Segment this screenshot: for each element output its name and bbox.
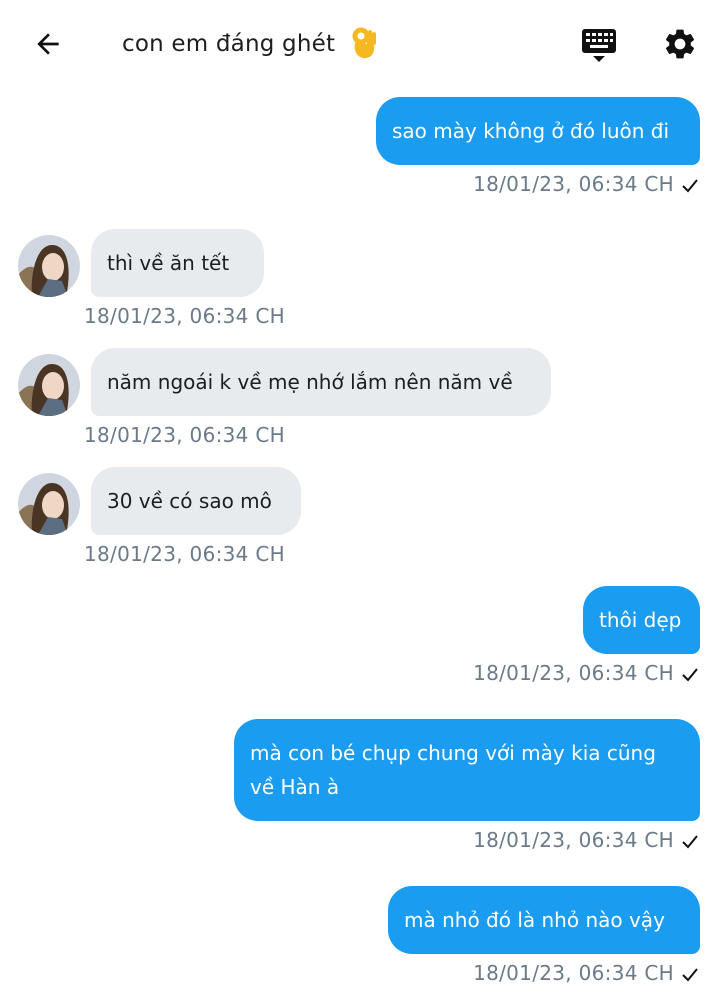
- sent-check-icon: [682, 178, 698, 192]
- sent-check-icon: [682, 967, 698, 981]
- message-text: thôi dẹp: [599, 608, 682, 632]
- message-text-line: về Hàn à: [250, 775, 340, 799]
- message-timestamp: 18/01/23, 06:34 CH: [84, 423, 285, 447]
- ok-hand-emoji-icon: [347, 27, 381, 61]
- avatar-image: [18, 473, 80, 535]
- timestamp-text: 18/01/23, 06:34 CH: [473, 172, 674, 196]
- outgoing-message-bubble[interactable]: mà nhỏ đó là nhỏ nào vậy: [388, 886, 700, 954]
- contact-avatar[interactable]: [18, 473, 80, 535]
- timestamp-text: 18/01/23, 06:34 CH: [473, 828, 674, 852]
- chat-title: con em đáng ghét: [122, 31, 336, 57]
- chat-header: con em đáng ghét: [0, 0, 720, 88]
- chat-title-area[interactable]: con em đáng ghét: [122, 24, 381, 64]
- outgoing-message-bubble[interactable]: thôi dẹp: [583, 586, 700, 654]
- message-text: thì về ăn tết: [107, 251, 230, 275]
- keyboard-button[interactable]: [578, 24, 620, 66]
- message-timestamp: 18/01/23, 06:34 CH: [84, 304, 285, 328]
- message-timestamp: 18/01/23, 06:34 CH: [440, 172, 700, 196]
- contact-avatar[interactable]: [18, 354, 80, 416]
- arrow-left-icon: [37, 33, 59, 55]
- incoming-message-bubble[interactable]: 30 về có sao mô: [91, 467, 301, 535]
- avatar-image: [18, 235, 80, 297]
- avatar-image: [18, 354, 80, 416]
- sent-check-icon: [682, 667, 698, 681]
- contact-avatar[interactable]: [18, 235, 80, 297]
- message-timestamp: 18/01/23, 06:34 CH: [440, 961, 700, 985]
- back-button[interactable]: [28, 24, 68, 64]
- incoming-message-bubble[interactable]: năm ngoái k về mẹ nhớ lắm nên năm về: [91, 348, 551, 416]
- keyboard-icon: [582, 29, 616, 62]
- message-text: mà nhỏ đó là nhỏ nào vậy: [404, 908, 665, 932]
- sent-check-icon: [682, 834, 698, 848]
- message-timestamp: 18/01/23, 06:34 CH: [440, 828, 700, 852]
- timestamp-text: 18/01/23, 06:34 CH: [473, 961, 674, 985]
- outgoing-message-bubble[interactable]: sao mày không ở đó luôn đi: [376, 97, 700, 165]
- settings-button[interactable]: [660, 24, 700, 64]
- message-text: sao mày không ở đó luôn đi: [392, 119, 670, 143]
- message-timestamp: 18/01/23, 06:34 CH: [84, 542, 285, 566]
- message-text-line: mà con bé chụp chung với mày kia cũng: [250, 741, 656, 765]
- gear-icon: [665, 29, 695, 59]
- message-text: 30 về có sao mô: [107, 489, 272, 513]
- message-text: năm ngoái k về mẹ nhớ lắm nên năm về: [107, 370, 513, 394]
- message-timestamp: 18/01/23, 06:34 CH: [440, 661, 700, 685]
- incoming-message-bubble[interactable]: thì về ăn tết: [91, 229, 264, 297]
- outgoing-message-bubble[interactable]: mà con bé chụp chung với mày kia cũng về…: [234, 719, 700, 821]
- timestamp-text: 18/01/23, 06:34 CH: [473, 661, 674, 685]
